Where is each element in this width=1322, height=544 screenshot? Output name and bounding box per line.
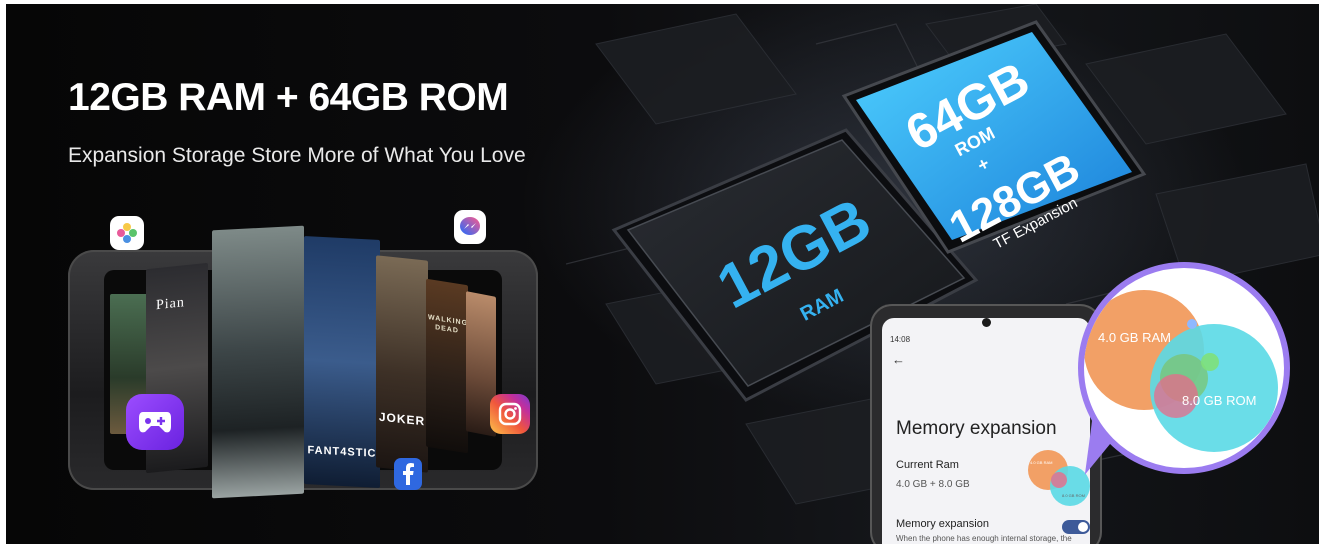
photos-app-icon: [110, 216, 144, 250]
poster-fantastic: FANT4STIC: [304, 236, 380, 488]
bubble-rom-label: 8.0 GB ROM: [1182, 393, 1257, 408]
game-controller-glyph: [139, 412, 171, 433]
poster-dead-title: WALKING DEAD: [428, 313, 468, 335]
poster-joker-title: JOKER: [378, 409, 426, 429]
messenger-app-icon: [454, 210, 486, 244]
poster-joker: JOKER: [376, 255, 428, 473]
mini-rom-label: 8.0 GB ROM: [1062, 493, 1085, 498]
zoom-bubble: [1078, 262, 1290, 474]
memory-venn-diagram: [1084, 290, 1278, 452]
page-subtitle: Expansion Storage Store More of What You…: [68, 144, 526, 167]
memory-expansion-toggle[interactable]: [1062, 520, 1090, 534]
current-ram-label: Current Ram: [896, 459, 959, 471]
facebook-glyph: [403, 463, 414, 485]
photos-petals: [117, 223, 137, 243]
memory-expansion-description: When the phone has enough internal stora…: [896, 534, 1072, 544]
current-ram-value: 4.0 GB + 8.0 GB: [896, 479, 970, 490]
bubble-ram-label: 4.0 GB RAM: [1098, 330, 1171, 345]
front-camera: [982, 318, 991, 327]
facebook-app-icon: [394, 458, 422, 490]
memory-expansion-title: Memory expansion: [896, 418, 1057, 439]
poster-walking-dead: WALKING DEAD: [426, 278, 468, 454]
poster-arrival: [212, 225, 304, 499]
instagram-glyph: [498, 402, 522, 426]
instagram-app-icon: [490, 394, 530, 434]
settings-screen: 14:08 ← Memory expansion Current Ram 4.0…: [882, 318, 1090, 544]
memory-expansion-label: Memory expansion: [896, 518, 989, 530]
poster-piano-title: Pian: [156, 295, 185, 314]
messenger-glyph: [460, 217, 480, 235]
phone-right: 14:08 ← Memory expansion Current Ram 4.0…: [870, 304, 1102, 544]
status-time: 14:08: [890, 335, 911, 344]
page-title: 12GB RAM + 64GB ROM: [68, 76, 509, 119]
mini-ram-label: 4.0 GB RAM: [1030, 460, 1053, 465]
poster-fantastic-title: FANT4STIC: [307, 444, 377, 460]
product-banner: 12GB RAM 64GB ROM + 128GB TF Expansion 1…: [6, 4, 1319, 544]
game-controller-app-icon: [126, 394, 184, 450]
back-arrow-icon[interactable]: ←: [892, 352, 905, 367]
